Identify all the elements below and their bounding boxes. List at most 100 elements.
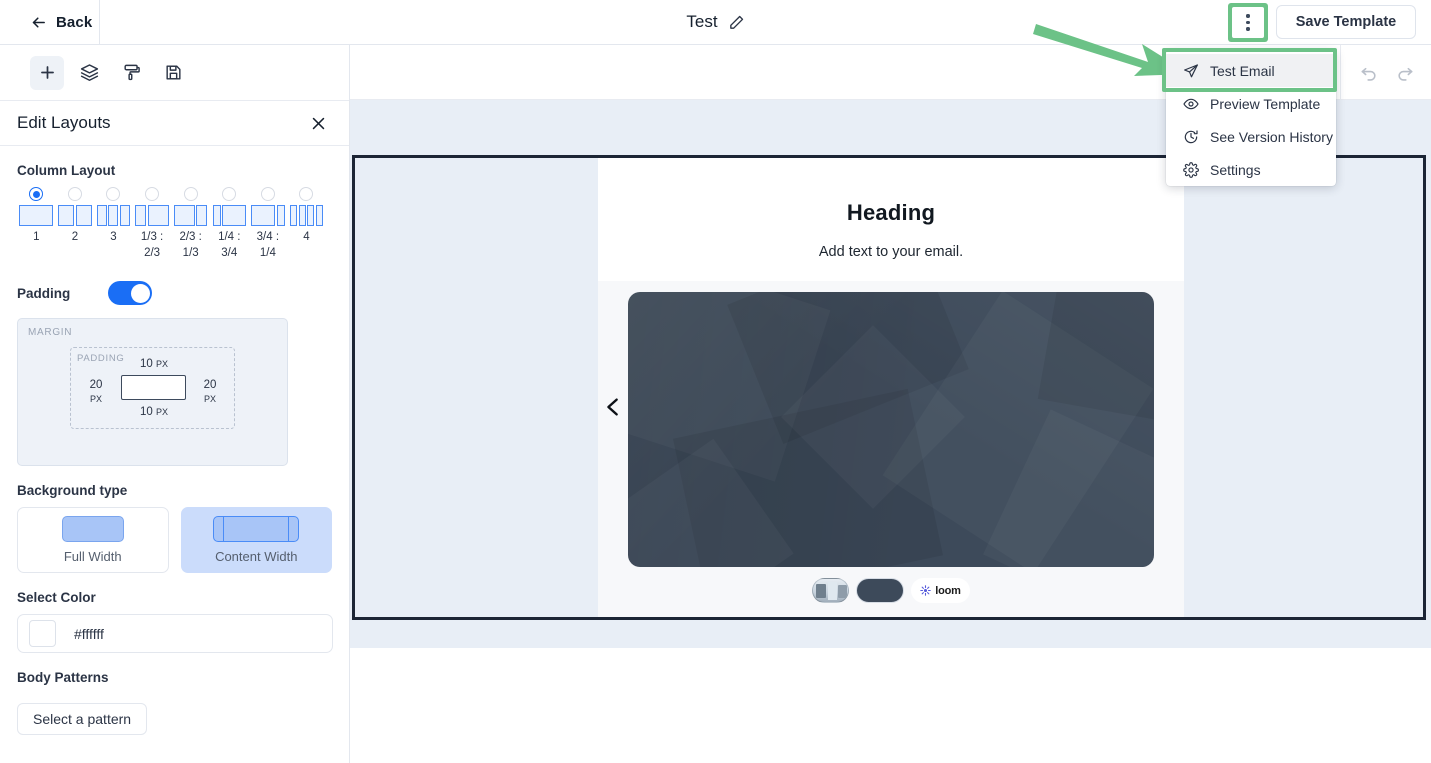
column-layout-radio-8[interactable] (299, 187, 314, 201)
layers-tool[interactable] (72, 56, 106, 90)
column-layout-label: Column Layout (17, 163, 116, 178)
floppy-disk-icon (165, 65, 181, 80)
padding-box: PADDING 10 PX 10 PX 20 PX 20 PX (70, 347, 235, 429)
column-layout-radio-3[interactable] (106, 187, 121, 201)
padding-left-value[interactable]: 20 PX (79, 378, 113, 406)
loom-branding[interactable]: loom (911, 578, 970, 603)
eye-icon (1183, 98, 1199, 109)
loom-label: loom (935, 584, 961, 597)
column-layout-glyph-2[interactable] (56, 205, 95, 226)
column-layout-radios (17, 187, 332, 201)
stage-bottom-strip (352, 623, 1426, 648)
column-layout-glyph-1[interactable] (17, 205, 56, 226)
column-layout-glyph-3[interactable] (94, 205, 133, 226)
save-template-button[interactable]: Save Template (1276, 5, 1416, 39)
background-type-options: Full Width Content Width (17, 507, 332, 573)
column-layout-label-7: 3/4 :1/4 (256, 231, 280, 259)
loom-logo-icon (920, 585, 932, 596)
column-layout-radio-4[interactable] (145, 187, 160, 201)
undo-icon[interactable] (1359, 62, 1379, 82)
arrow-left-icon (32, 16, 45, 28)
save-tool[interactable] (156, 56, 190, 90)
pencil-icon[interactable] (728, 14, 745, 31)
page-title: Test (686, 12, 718, 31)
column-layout-glyphs (17, 205, 332, 226)
column-layout-glyph-8[interactable] (287, 205, 326, 226)
column-layout-glyph-6[interactable] (210, 205, 249, 226)
padding-label: Padding (17, 285, 71, 301)
column-layout-label-8: 4 (303, 231, 310, 243)
back-label: Back (56, 13, 93, 31)
send-icon (1184, 63, 1198, 77)
full-width-label: Full Width (63, 549, 122, 564)
body-patterns-label: Body Patterns (17, 670, 109, 685)
menu-item-label: Preview Template (1210, 95, 1321, 112)
padding-header: Padding (17, 281, 332, 305)
background-type-full-width[interactable]: Full Width (17, 507, 169, 573)
menu-item-label: Settings (1210, 161, 1261, 178)
more-options-button[interactable] (1232, 7, 1264, 38)
options-dropdown-menu: Test Email Preview Template See Version … (1166, 50, 1336, 186)
menu-item-label: See Version History (1210, 128, 1333, 145)
close-icon[interactable] (310, 115, 327, 132)
email-subtext[interactable]: Add text to your email. (598, 244, 1184, 260)
column-layout-label-3: 3 (110, 231, 117, 243)
padding-top-value[interactable]: 10 PX (133, 357, 175, 371)
padding-toggle[interactable] (108, 281, 153, 305)
color-swatch[interactable] (29, 620, 56, 647)
column-layout-label-1: 1 (33, 231, 40, 243)
column-layout-radio-5[interactable] (183, 187, 198, 201)
more-vertical-icon (1246, 20, 1250, 25)
column-layout-labels: 1 2 3 1/3 :2/3 2/3 :1/3 1/4 :3/4 3/4 :1/… (17, 229, 332, 261)
box-model-editor: MARGIN PADDING 10 PX 10 PX 20 PX 20 PX (17, 318, 288, 466)
panel-header: Edit Layouts (0, 101, 349, 146)
menu-item-label: Test Email (1210, 62, 1275, 79)
padding-right-value[interactable]: 20 PX (193, 378, 227, 406)
email-body[interactable]: Heading Add text to your email. loom (598, 158, 1184, 617)
email-frame: Heading Add text to your email. loom (352, 155, 1426, 620)
email-heading[interactable]: Heading (598, 200, 1184, 226)
gear-icon (1183, 161, 1199, 178)
redo-icon[interactable] (1395, 62, 1415, 82)
add-block-tool[interactable] (30, 55, 64, 90)
column-layout-radio-6[interactable] (222, 187, 237, 201)
menu-item-version-history[interactable]: See Version History (1166, 120, 1336, 153)
more-vertical-icon (1246, 14, 1250, 18)
column-layout-label-4: 1/3 :2/3 (140, 231, 164, 259)
layers-icon (80, 64, 98, 81)
back-button[interactable]: Back (0, 0, 100, 45)
paint-roller-icon (123, 64, 140, 81)
menu-item-preview-template[interactable]: Preview Template (1166, 87, 1336, 120)
column-layout-radio-7[interactable] (260, 187, 275, 201)
column-layout-label-5: 2/3 :1/3 (179, 231, 202, 259)
panel-body: Column Layout 1 2 3 1/3: 2/3 2/3: 1/3 … (0, 163, 349, 735)
menu-item-test-email[interactable]: Test Email (1166, 54, 1336, 87)
select-pattern-button[interactable]: Select a pattern (17, 703, 148, 735)
column-layout-radio-2[interactable] (67, 187, 82, 201)
carousel-prev-button[interactable] (602, 392, 624, 422)
color-picker-field[interactable]: #ffffff (17, 614, 333, 653)
menu-item-settings[interactable]: Settings (1166, 153, 1336, 186)
left-panel: Edit Layouts Column Layout 1 2 3 1/3: 2… (0, 45, 350, 763)
content-width-icon (213, 516, 300, 542)
padding-box-label: PADDING (77, 353, 125, 364)
video-author-avatar[interactable] (812, 578, 850, 603)
panel-title: Edit Layouts (17, 113, 111, 132)
video-play-control[interactable] (856, 578, 905, 603)
email-video-block[interactable]: loom (598, 281, 1184, 617)
style-tool[interactable] (114, 56, 148, 90)
column-layout-radio-1[interactable] (29, 187, 44, 201)
clock-icon (1184, 129, 1198, 143)
column-layout-glyph-5[interactable] (171, 205, 210, 226)
margin-label: MARGIN (28, 327, 73, 338)
background-type-content-width[interactable]: Content Width (180, 507, 332, 573)
column-layout-glyph-7[interactable] (249, 205, 288, 226)
select-color-label: Select Color (17, 590, 96, 605)
video-controls-bar: loom (812, 578, 970, 603)
column-layout-glyph-4[interactable] (133, 205, 172, 226)
panel-toolbar (0, 45, 349, 101)
color-hex-value: #ffffff (74, 625, 104, 642)
padding-bottom-value[interactable]: 10 PX (133, 405, 175, 419)
full-width-icon (61, 516, 124, 542)
video-thumbnail[interactable] (628, 292, 1154, 567)
